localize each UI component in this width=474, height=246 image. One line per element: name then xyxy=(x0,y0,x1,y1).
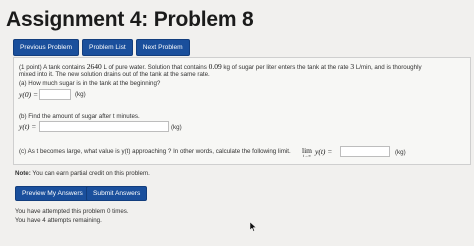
partial-credit-note: Note: You can earn partial credit on thi… xyxy=(15,170,150,177)
limit-answer-input[interactable] xyxy=(340,146,390,157)
attempts-made-text: You have attempted this problem 0 times. xyxy=(15,208,129,215)
next-problem-button[interactable]: Next Problem xyxy=(135,39,190,56)
flow-rate: 3 xyxy=(350,62,355,71)
problem-statement-line2: mixed into it. The new solution drains o… xyxy=(19,71,210,78)
tank-volume: 2640 xyxy=(86,62,102,71)
problem-statement-line1: (1 point) A tank contains 2640 L of pure… xyxy=(19,62,422,71)
y0-answer-input[interactable] xyxy=(39,89,71,100)
problem-panel: (1 point) A tank contains 2640 L of pure… xyxy=(13,57,471,165)
y0-unit: (kg) xyxy=(75,91,86,98)
y0-label: y(0) = xyxy=(19,90,39,99)
part-a-question: (a) How much sugar is in the tank at the… xyxy=(19,80,161,87)
submit-answers-button[interactable]: Submit Answers xyxy=(86,186,148,201)
mouse-pointer-icon xyxy=(249,219,257,237)
limit-unit: (kg) xyxy=(395,149,406,156)
yt-answer-input[interactable] xyxy=(39,121,169,132)
yt-label: y(t) = xyxy=(19,122,37,131)
problem-list-button[interactable]: Problem List xyxy=(82,39,133,56)
limit-expression: y(t) = xyxy=(315,147,333,156)
sugar-concentration: 0.09 xyxy=(208,62,222,71)
attempts-remaining-text: You have 4 attempts remaining. xyxy=(15,217,102,224)
yt-unit: (kg) xyxy=(171,124,182,131)
limit-notation: lim t→∞ xyxy=(302,146,313,158)
page-title: Assignment 4: Problem 8 xyxy=(6,8,254,31)
part-c-question: (c) As t becomes large, what value is y(… xyxy=(19,148,291,155)
part-b-question: (b) Find the amount of sugar after t min… xyxy=(19,113,140,120)
problem-navigation: Previous Problem Problem List Next Probl… xyxy=(13,39,190,56)
preview-answers-button[interactable]: Preview My Answers xyxy=(15,186,90,201)
previous-problem-button[interactable]: Previous Problem xyxy=(13,39,80,56)
